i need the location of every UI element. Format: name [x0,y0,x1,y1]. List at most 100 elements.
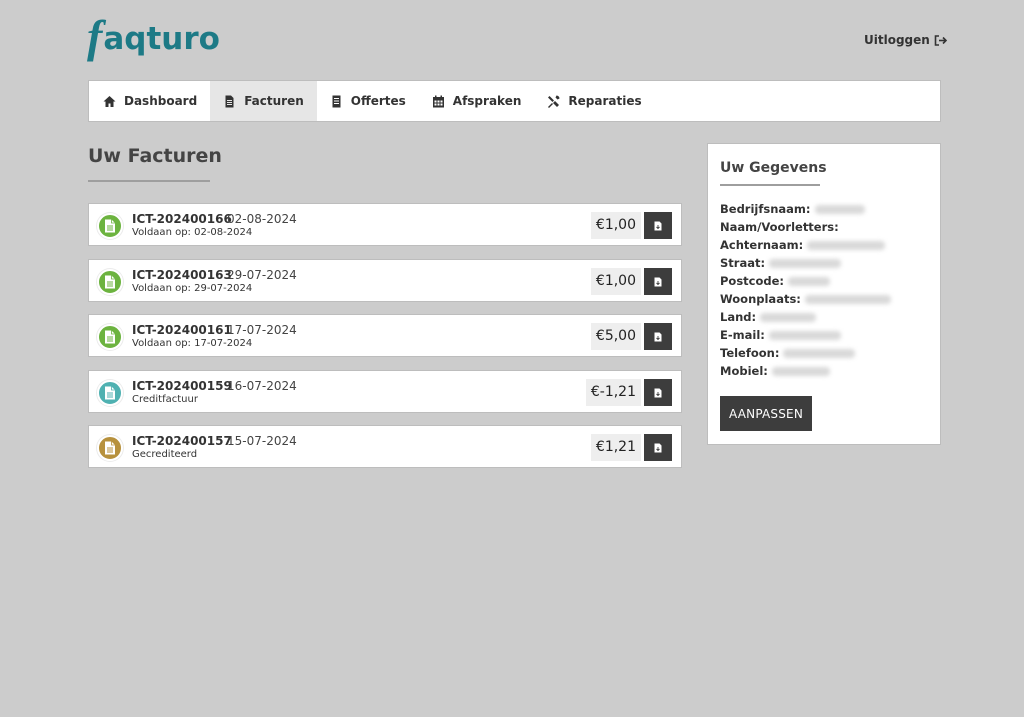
nav-label: Afspraken [452,94,522,108]
invoice-date: 16-07-2024 [227,379,297,393]
invoice-date: 17-07-2024 [227,323,297,337]
invoice-number[interactable]: ICT-202400157 [132,434,232,448]
panel-title: Uw Gegevens [720,160,827,176]
detail-field: E-mail: [720,328,841,342]
detail-label: Woonplaats: [720,292,801,306]
wrench-icon [548,95,560,108]
logout-link[interactable]: Uitloggen [864,33,947,47]
detail-label: Bedrijfsnaam: [720,202,811,216]
invoice-number[interactable]: ICT-202400163 [132,268,232,282]
invoice-icon [225,95,234,107]
invoice-amount: €-1,21 [585,379,641,406]
detail-label: Land: [720,310,757,324]
invoice-row[interactable]: ICT-202400159 16-07-2024 Creditfactuur €-1,… [88,370,682,413]
redacted-value [769,258,842,268]
detail-field: Land: [720,310,817,324]
invoice-number[interactable]: ICT-202400159 [132,379,232,393]
document-icon [105,386,115,400]
nav-item-offertes[interactable]: Offertes [317,81,419,121]
invoice-amount: €1,21 [590,434,641,461]
redacted-value [788,276,831,286]
panel-title-underline [720,184,820,186]
detail-field: Straat: [720,256,842,270]
nav-item-dashboard[interactable]: Dashboard [90,81,210,121]
detail-field: Achternaam: [720,238,886,252]
invoice-status-icon [97,269,123,295]
detail-label: Telefoon: [720,346,780,360]
redacted-value [814,204,865,214]
redacted-value [783,348,856,358]
invoice-row[interactable]: ICT-202400161 17-07-2024 Voldaan op: 17-07… [88,314,682,357]
detail-label: Achternaam: [720,238,804,252]
logo-f: f [87,11,103,62]
detail-field: Bedrijfsnaam: [720,202,865,216]
logo[interactable]: f aqturo [87,14,220,60]
invoice-row[interactable]: ICT-202400157 15-07-2024 Gecrediteerd €1,21 [88,425,682,468]
nav-label: Reparaties [568,94,642,108]
invoice-status-icon [97,380,123,406]
logout-label: Uitloggen [864,33,930,47]
nav-item-reparaties[interactable]: Reparaties [534,81,654,121]
invoice-row[interactable]: ICT-202400166 02-08-2024 Voldaan op: 02-08… [88,203,682,246]
invoice-status-text: Voldaan op: 29-07-2024 [132,283,253,294]
detail-field: Telefoon: [720,346,856,360]
user-details-panel: Uw Gegevens Bedrijfsnaam: Naam/Voorletter… [707,143,941,445]
nav-item-facturen[interactable]: Facturen [210,81,317,121]
redacted-value [768,330,841,340]
file-download-icon [654,221,662,230]
file-download-icon [654,388,662,397]
nav-label: Offertes [350,94,406,108]
document-icon [105,275,115,289]
file-download-icon [654,277,662,286]
book-icon [332,95,341,107]
invoice-amount: €1,00 [590,212,641,239]
redacted-value [804,294,891,304]
invoice-status-text: Voldaan op: 17-07-2024 [132,338,253,349]
sign-out-icon [934,34,947,46]
detail-field: Naam/Voorletters: [720,220,839,234]
download-pdf-button[interactable] [644,212,672,239]
invoice-status-text: Gecrediteerd [132,449,198,460]
document-icon [105,441,115,455]
invoice-status-icon [97,435,123,461]
edit-details-button[interactable]: AANPASSEN [720,396,812,431]
invoice-number[interactable]: ICT-202400161 [132,323,232,337]
detail-label: Mobiel: [720,364,768,378]
main-nav: Dashboard Facturen Offertes Afspraken Re… [88,80,941,122]
calendar-icon [432,95,444,107]
invoice-amount: €5,00 [590,323,641,350]
redacted-value [807,240,886,250]
download-pdf-button[interactable] [644,323,672,350]
nav-item-afspraken[interactable]: Afspraken [419,81,535,121]
download-pdf-button[interactable] [644,379,672,406]
file-download-icon [654,332,662,341]
download-pdf-button[interactable] [644,268,672,295]
invoice-status-icon [97,324,123,350]
detail-field: Woonplaats: [720,292,891,306]
title-underline [88,180,210,182]
invoice-row[interactable]: ICT-202400163 29-07-2024 Voldaan op: 29-07… [88,259,682,302]
detail-label: Postcode: [720,274,785,288]
detail-field: Mobiel: [720,364,830,378]
redacted-value [771,366,830,376]
invoice-date: 02-08-2024 [227,212,297,226]
detail-label: Straat: [720,256,766,270]
download-pdf-button[interactable] [644,434,672,461]
invoice-date: 29-07-2024 [227,268,297,282]
invoice-date: 15-07-2024 [227,434,297,448]
logo-text: aqturo [103,20,220,57]
document-icon [105,219,115,233]
invoice-amount: €1,00 [590,268,641,295]
home-icon [103,95,116,107]
nav-label: Facturen [244,94,304,108]
redacted-value [760,312,817,322]
invoice-status-text: Creditfactuur [132,394,198,405]
detail-label: E-mail: [720,328,765,342]
nav-label: Dashboard [124,94,198,108]
detail-label: Naam/Voorletters: [720,220,839,234]
document-icon [105,330,115,344]
detail-field: Postcode: [720,274,831,288]
invoice-number[interactable]: ICT-202400166 [132,212,232,226]
invoice-status-text: Voldaan op: 02-08-2024 [132,227,253,238]
invoice-status-icon [97,213,123,239]
